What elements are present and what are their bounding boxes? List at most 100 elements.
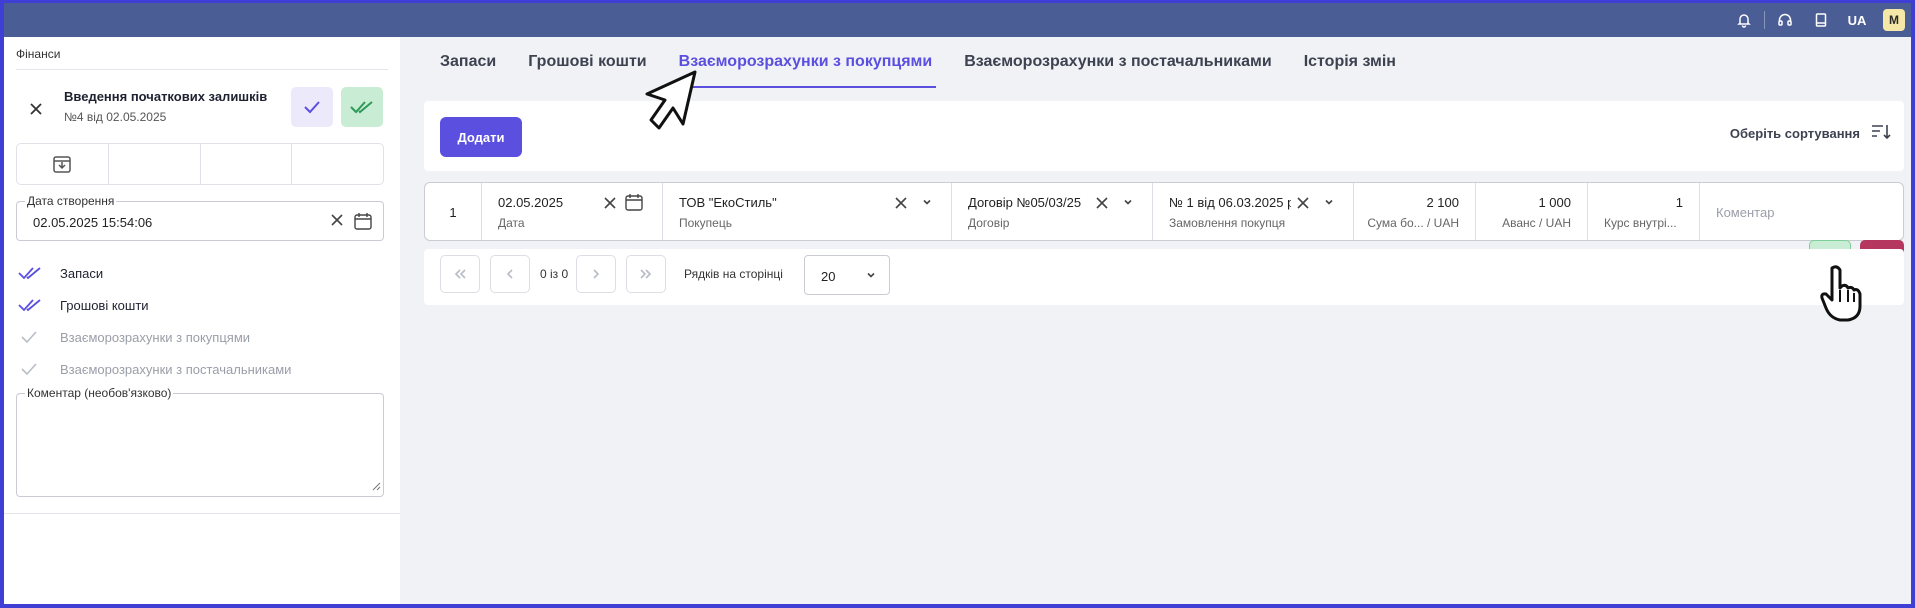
section-title: Фінанси <box>16 47 61 61</box>
tab-history[interactable]: Історія змін <box>1288 37 1412 87</box>
status-item[interactable]: Взаєморозрахунки з постачальниками <box>18 353 291 385</box>
table-row: 1 02.05.2025 Дата ТОВ "ЕкоСтиль" Покупец… <box>424 182 1904 241</box>
divider <box>4 513 400 514</box>
top-bar: UA M <box>4 3 1911 37</box>
date-cell[interactable]: 02.05.2025 Дата <box>482 183 663 240</box>
save-button[interactable] <box>291 87 333 127</box>
row-index-cell: 1 <box>425 183 482 240</box>
order-cell[interactable]: № 1 від 06.03.2025 р Замовлення покупця <box>1153 183 1354 240</box>
creation-date-label: Дата створення <box>25 194 117 208</box>
status-label: Грошові кошти <box>60 297 149 313</box>
advance-label: Аванс / UAH <box>1502 216 1571 230</box>
book-icon[interactable] <box>1803 6 1839 34</box>
chevron-down-icon[interactable] <box>921 196 933 211</box>
status-label: Запаси <box>60 265 104 281</box>
rate-label: Курс внутрі... <box>1604 216 1677 230</box>
language-switch[interactable]: UA <box>1839 13 1875 28</box>
next-page-button[interactable] <box>576 255 616 293</box>
tab-supplier-settlements[interactable]: Взаєморозрахунки з постачальниками <box>948 37 1287 87</box>
archive-tab[interactable] <box>17 144 109 184</box>
comment-field[interactable]: Коментар (необов'язково) <box>16 386 384 497</box>
archive-icon <box>53 156 72 173</box>
status-list: Запаси Грошові кошти Взаєморозрахунки з … <box>18 257 291 385</box>
clear-order-icon[interactable] <box>1295 195 1311 214</box>
main-content: Запаси Грошові кошти Взаєморозрахунки з … <box>400 37 1911 604</box>
comment-label: Коментар (необов'язково) <box>25 386 174 400</box>
document-tool-tabs <box>16 143 384 185</box>
amount-cell[interactable]: 2 100 Сума бо... / UAH <box>1354 183 1476 240</box>
chevron-down-icon[interactable] <box>1122 196 1134 211</box>
order-label: Замовлення покупця <box>1169 216 1286 230</box>
buyer-value[interactable]: ТОВ "ЕкоСтиль" <box>679 195 777 210</box>
close-icon <box>30 103 42 115</box>
order-value[interactable]: № 1 від 06.03.2025 р <box>1169 195 1291 210</box>
calendar-icon[interactable] <box>624 192 644 215</box>
check-icon <box>18 330 46 344</box>
rows-per-page-label: Рядків на сторінці <box>684 267 783 281</box>
resize-handle-icon[interactable] <box>371 479 381 494</box>
topbar-separator <box>1764 11 1765 29</box>
clear-contract-icon[interactable] <box>1094 195 1110 214</box>
pagination: 0 із 0 Рядків на сторінці 20 <box>424 249 1904 305</box>
advance-value[interactable]: 1 000 <box>1538 195 1571 210</box>
status-label: Взаєморозрахунки з покупцями <box>60 329 251 345</box>
first-page-button[interactable] <box>440 255 480 293</box>
add-button[interactable]: Додати <box>440 117 522 157</box>
buyer-cell[interactable]: ТОВ "ЕкоСтиль" Покупець <box>663 183 952 240</box>
status-item[interactable]: Запаси <box>18 257 291 289</box>
contract-cell[interactable]: Договір №05/03/25 Договір <box>952 183 1153 240</box>
bell-icon[interactable] <box>1726 6 1762 34</box>
topbar-actions: UA M <box>1726 6 1905 34</box>
check-icon <box>18 362 46 376</box>
prev-page-button[interactable] <box>490 255 530 293</box>
section-tabs: Запаси Грошові кошти Взаєморозрахунки з … <box>424 37 1412 88</box>
contract-value[interactable]: Договір №05/03/25 <box>968 195 1088 210</box>
divider <box>16 69 388 70</box>
sort-selector[interactable]: Оберіть сортування <box>1730 123 1892 144</box>
rows-per-page-select[interactable]: 20 <box>804 255 890 295</box>
sort-icon <box>1870 123 1892 144</box>
tool-tab-3[interactable] <box>201 144 293 184</box>
creation-date-field[interactable]: Дата створення 02.05.2025 15:54:06 <box>16 194 384 241</box>
clear-date-icon[interactable] <box>602 195 618 214</box>
clear-date-icon[interactable] <box>329 212 345 231</box>
amount-value[interactable]: 2 100 <box>1426 195 1459 210</box>
avatar[interactable]: M <box>1883 9 1905 31</box>
row-index: 1 <box>449 205 457 220</box>
mouse-pointer-icon <box>645 70 697 130</box>
rate-cell[interactable]: 1 Курс внутрі... <box>1588 183 1700 240</box>
comment-textarea[interactable] <box>21 404 379 492</box>
chevron-right-icon <box>593 269 600 279</box>
last-page-button[interactable] <box>626 255 666 293</box>
headset-icon[interactable] <box>1767 6 1803 34</box>
rate-value[interactable]: 1 <box>1676 195 1683 210</box>
double-check-icon <box>18 298 46 312</box>
double-chevron-right-icon <box>640 269 652 279</box>
double-check-icon <box>18 266 46 280</box>
hand-pointer-icon <box>1820 265 1862 322</box>
status-item[interactable]: Грошові кошти <box>18 289 291 321</box>
post-document-button[interactable] <box>341 87 383 127</box>
tab-inventory[interactable]: Запаси <box>424 37 512 87</box>
document-sidebar: Фінанси Введення початкових залишків №4 … <box>4 37 400 604</box>
close-document-button[interactable] <box>24 97 48 121</box>
creation-date-value[interactable]: 02.05.2025 15:54:06 <box>33 215 152 230</box>
tool-tab-2[interactable] <box>109 144 201 184</box>
comment-cell[interactable]: Коментар <box>1700 183 1903 240</box>
calendar-icon[interactable] <box>353 211 373 234</box>
tab-cash[interactable]: Грошові кошти <box>512 37 662 87</box>
date-value[interactable]: 02.05.2025 <box>498 195 563 210</box>
date-label: Дата <box>498 216 525 230</box>
contract-label: Договір <box>968 216 1010 230</box>
document-number: №4 від 02.05.2025 <box>64 110 167 124</box>
sort-label: Оберіть сортування <box>1729 126 1860 141</box>
document-title: Введення початкових залишків <box>64 89 268 104</box>
chevron-down-icon[interactable] <box>1323 196 1335 211</box>
tool-tab-4[interactable] <box>292 144 383 184</box>
clear-buyer-icon[interactable] <box>893 195 909 214</box>
tab-customer-settlements[interactable]: Взаєморозрахунки з покупцями <box>663 37 949 88</box>
chevron-down-icon <box>865 269 877 284</box>
check-icon <box>304 101 320 114</box>
status-item[interactable]: Взаєморозрахунки з покупцями <box>18 321 291 353</box>
advance-cell[interactable]: 1 000 Аванс / UAH <box>1476 183 1588 240</box>
